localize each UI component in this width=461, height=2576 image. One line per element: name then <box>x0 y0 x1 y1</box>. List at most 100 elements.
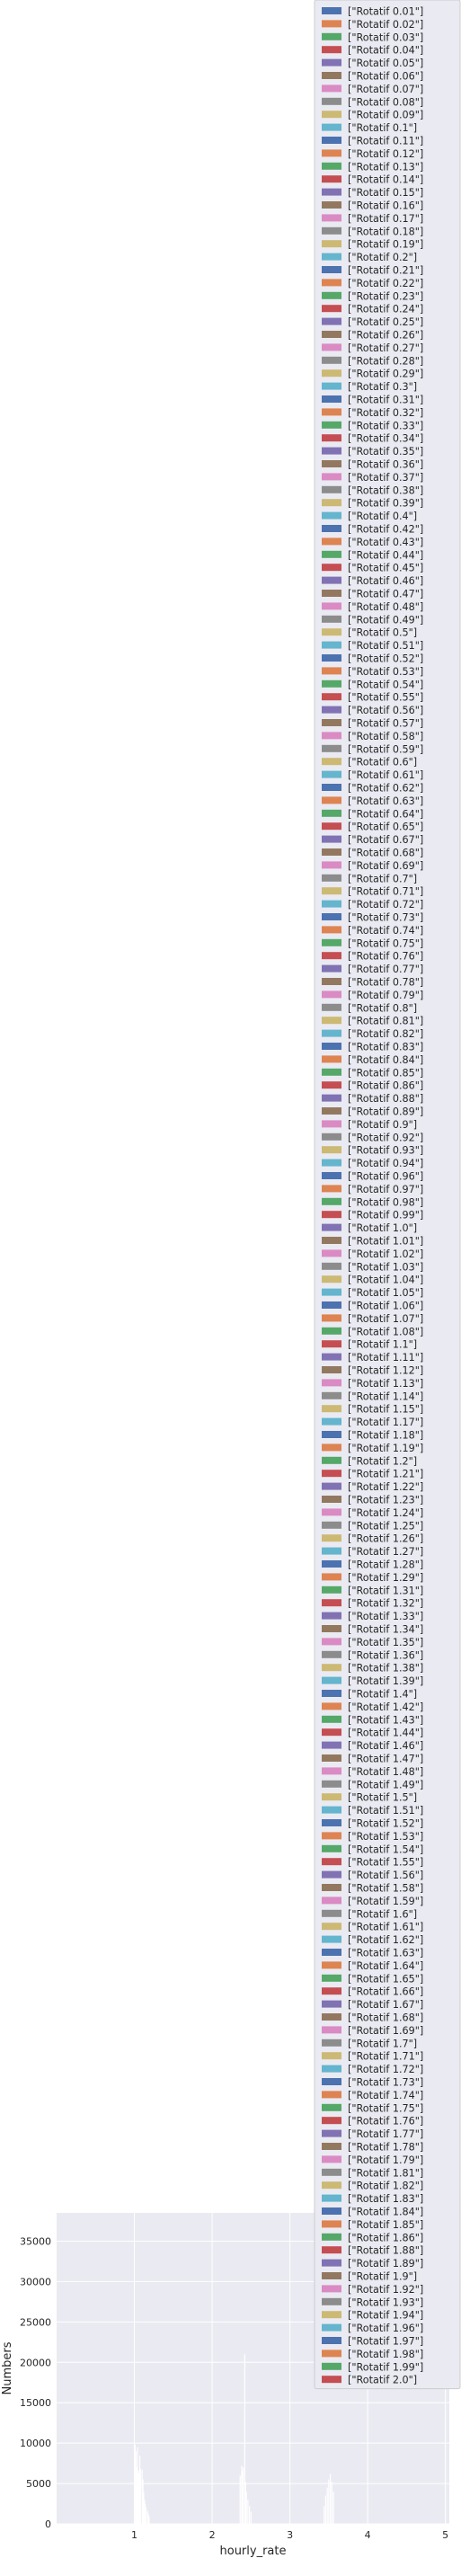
legend-label: ["Rotatif 0.82"] <box>348 1028 423 1040</box>
legend-swatch <box>322 693 341 701</box>
legend-swatch <box>322 7 341 14</box>
legend-swatch <box>322 1146 341 1154</box>
legend-swatch <box>322 2000 341 2008</box>
legend-swatch <box>322 1767 341 1775</box>
legend-label: ["Rotatif 1.52"] <box>348 1818 423 1830</box>
legend-swatch <box>322 1379 341 1387</box>
legend-swatch <box>322 1353 341 1361</box>
legend-swatch <box>322 395 341 403</box>
legend-label: ["Rotatif 1.53"] <box>348 1831 423 1843</box>
legend-swatch <box>322 1029 341 1037</box>
legend-swatch <box>322 770 341 778</box>
legend-swatch <box>322 1366 341 1373</box>
legend-label: ["Rotatif 1.34"] <box>348 1624 423 1636</box>
legend-swatch <box>322 2143 341 2150</box>
legend-label: ["Rotatif 1.28"] <box>348 1559 423 1571</box>
legend-label: ["Rotatif 1.49"] <box>348 1779 423 1790</box>
legend-label: ["Rotatif 0.4"] <box>348 511 417 522</box>
legend-label: ["Rotatif 0.85"] <box>348 1067 423 1079</box>
legend-swatch <box>322 1197 341 1205</box>
legend-label: ["Rotatif 1.97"] <box>348 2336 423 2348</box>
legend-label: ["Rotatif 0.43"] <box>348 537 423 548</box>
legend-swatch <box>322 1482 341 1490</box>
legend-label: ["Rotatif 0.74"] <box>348 925 423 937</box>
legend-label: ["Rotatif 1.19"] <box>348 1443 423 1454</box>
legend-swatch <box>322 537 341 546</box>
legend-label: ["Rotatif 0.79"] <box>348 990 423 1001</box>
legend-swatch <box>322 58 341 67</box>
legend-label: ["Rotatif 0.56"] <box>348 705 423 716</box>
legend-label: ["Rotatif 1.76"] <box>348 2116 423 2127</box>
legend-swatch <box>322 1884 341 1891</box>
legend-swatch <box>322 511 341 520</box>
legend-swatch <box>322 2103 341 2111</box>
legend-swatch <box>322 990 341 999</box>
legend-swatch <box>322 2323 341 2332</box>
legend-label: ["Rotatif 0.08"] <box>348 96 423 108</box>
legend-label: ["Rotatif 1.82"] <box>348 2181 423 2192</box>
legend-label: ["Rotatif 1.79"] <box>348 2154 423 2166</box>
legend-swatch <box>322 1560 341 1568</box>
legend-swatch <box>322 1961 341 1969</box>
legend-swatch <box>322 1068 341 1076</box>
legend-label: ["Rotatif 1.89"] <box>348 2258 423 2270</box>
legend-label: ["Rotatif 1.51"] <box>348 1805 423 1817</box>
legend-swatch <box>322 356 341 364</box>
legend-label: ["Rotatif 0.6"] <box>348 757 417 768</box>
legend-swatch <box>322 2285 341 2293</box>
legend-label: ["Rotatif 1.07"] <box>348 1313 423 1325</box>
legend-swatch <box>322 1612 341 1620</box>
legend-swatch <box>322 1780 341 1788</box>
legend-swatch <box>322 938 341 946</box>
bar <box>239 2475 241 2524</box>
legend-label: ["Rotatif 1.55"] <box>348 1857 423 1869</box>
legend-swatch <box>322 2026 341 2034</box>
legend-label: ["Rotatif 0.54"] <box>348 679 423 690</box>
legend-swatch <box>322 1456 341 1464</box>
legend-swatch <box>322 900 341 908</box>
legend-swatch <box>322 460 341 467</box>
legend-swatch <box>322 2362 341 2370</box>
legend-label: ["Rotatif 0.23"] <box>348 290 423 302</box>
legend-swatch <box>322 1443 341 1452</box>
legend-label: ["Rotatif 0.93"] <box>348 1145 423 1157</box>
bar <box>139 2468 142 2524</box>
legend-label: ["Rotatif 0.31"] <box>348 395 423 406</box>
legend: ["Rotatif 0.01"]["Rotatif 0.02"]["Rotati… <box>314 0 461 2390</box>
legend-label: ["Rotatif 0.67"] <box>348 834 423 846</box>
legend-swatch <box>322 1314 341 1322</box>
legend-label: ["Rotatif 0.59"] <box>348 743 423 755</box>
legend-swatch <box>322 861 341 869</box>
legend-label: ["Rotatif 1.61"] <box>348 1922 423 1933</box>
legend-label: ["Rotatif 1.74"] <box>348 2090 423 2101</box>
bar <box>332 2492 334 2524</box>
legend-swatch <box>322 1120 341 1128</box>
legend-label: ["Rotatif 0.97"] <box>348 1184 423 1195</box>
legend-swatch <box>322 214 341 222</box>
legend-label: ["Rotatif 1.1"] <box>348 1339 417 1351</box>
legend-label: ["Rotatif 1.21"] <box>348 1469 423 1480</box>
legend-label: ["Rotatif 0.71"] <box>348 886 423 898</box>
legend-swatch <box>322 149 341 157</box>
legend-label: ["Rotatif 0.34"] <box>348 433 423 445</box>
legend-label: ["Rotatif 0.3"] <box>348 381 417 393</box>
legend-swatch <box>322 1638 341 1646</box>
legend-label: ["Rotatif 1.38"] <box>348 1663 423 1674</box>
legend-label: ["Rotatif 0.21"] <box>348 265 423 277</box>
legend-label: ["Rotatif 1.36"] <box>348 1649 423 1661</box>
legend-label: ["Rotatif 0.62"] <box>348 783 423 795</box>
x-tick-label: 5 <box>442 2529 448 2541</box>
legend-swatch <box>322 1702 341 1710</box>
legend-swatch <box>322 1599 341 1607</box>
legend-swatch <box>322 175 341 183</box>
legend-label: ["Rotatif 1.11"] <box>348 1352 423 1364</box>
bar <box>243 2467 244 2524</box>
legend-label: ["Rotatif 1.64"] <box>348 1960 423 1972</box>
legend-swatch <box>322 1391 341 1399</box>
legend-label: ["Rotatif 0.07"] <box>348 84 423 95</box>
legend-swatch <box>322 1431 341 1438</box>
legend-label: ["Rotatif 1.23"] <box>348 1495 423 1506</box>
legend-label: ["Rotatif 1.13"] <box>348 1378 423 1390</box>
legend-label: ["Rotatif 1.94"] <box>348 2310 423 2322</box>
legend-label: ["Rotatif 1.85"] <box>348 2219 423 2231</box>
